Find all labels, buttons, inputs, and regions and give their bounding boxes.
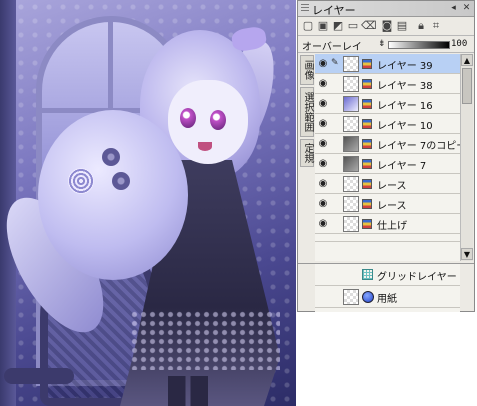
scroll-thumb[interactable] — [462, 68, 472, 104]
new-raster-layer-icon[interactable]: ▢ — [301, 19, 315, 33]
window-mullion — [108, 20, 113, 110]
visibility-eye-icon[interactable]: ◉ — [317, 198, 329, 210]
layer-thumbnail — [343, 136, 359, 152]
color-mode-icon — [362, 139, 372, 149]
layer-row[interactable]: ◉ ✎ レイヤー 39 — [315, 54, 460, 74]
layer-name: レイヤー 7のコピー — [377, 141, 460, 152]
color-mode-icon — [362, 119, 372, 129]
paper-layer-name: 用紙 — [377, 294, 397, 305]
layer-toolbar: ▢ ▣ ◩ ▭ ⌫ ◙ ▤ 🔒︎ ⌗ — [298, 18, 474, 36]
color-mode-icon — [362, 159, 372, 169]
visibility-eye-icon[interactable]: ◉ — [317, 178, 329, 190]
layer-row-partial[interactable] — [315, 234, 460, 242]
girl-legs — [168, 376, 208, 406]
layer-list-scrollbar[interactable]: ▲ ▼ — [460, 54, 473, 261]
blend-mode-row: オーバーレイ ⇟ 100 — [298, 37, 474, 53]
chair-arm — [4, 368, 74, 384]
layer-row[interactable]: ◉ 仕上げ — [315, 214, 460, 234]
new-folder-icon[interactable]: ▭ — [346, 19, 360, 33]
layer-row[interactable]: ◉ レイヤー 38 — [315, 74, 460, 94]
layer-thumbnail — [343, 156, 359, 172]
bunny-plush — [38, 110, 188, 280]
layer-thumbnail — [343, 176, 359, 192]
color-mode-icon — [362, 179, 372, 189]
paper-layer-section: グリッドレイヤー 用紙 — [298, 263, 474, 312]
new-vector-layer-icon[interactable]: ▣ — [316, 19, 330, 33]
layer-name: レイヤー 16 — [377, 101, 433, 112]
color-mode-icon — [362, 59, 372, 69]
visibility-eye-icon[interactable]: ◉ — [317, 158, 329, 170]
rose-ornament — [68, 168, 94, 194]
mask-icon[interactable]: ◙ — [380, 19, 394, 33]
layer-thumbnail — [343, 116, 359, 132]
clipping-icon[interactable]: ▤ — [395, 19, 409, 33]
panel-title: レイヤー — [312, 4, 356, 17]
blend-mode-select[interactable]: オーバーレイ — [302, 38, 362, 53]
side-tab-image[interactable]: 画像 — [300, 55, 314, 85]
layer-thumbnail — [343, 96, 359, 112]
visibility-eye-icon[interactable]: ◉ — [317, 98, 329, 110]
layer-panel-title-bar[interactable]: レイヤー ◂ ✕ — [298, 1, 474, 17]
layer-thumbnail — [343, 76, 359, 92]
visibility-eye-icon[interactable]: ◉ — [317, 138, 329, 150]
visibility-eye-icon[interactable]: ◉ — [317, 218, 329, 230]
opacity-value[interactable]: 100 — [451, 39, 467, 49]
drag-grip-icon[interactable] — [301, 4, 309, 13]
layer-name: レイヤー 7 — [377, 161, 427, 172]
bunny-button-eye-right — [112, 172, 130, 190]
layer-panel: レイヤー ◂ ✕ ▢ ▣ ◩ ▭ ⌫ ◙ ▤ 🔒︎ ⌗ オーバーレイ ⇟ 100… — [297, 0, 475, 312]
layer-name: レイヤー 10 — [377, 121, 433, 132]
side-tab-selection[interactable]: 選択範囲 — [300, 87, 314, 137]
layer-thumbnail — [343, 56, 359, 72]
layer-thumbnail — [343, 289, 359, 305]
girl-right-eye — [210, 110, 226, 130]
layer-row[interactable]: ◉ レイヤー 10 — [315, 114, 460, 134]
girl-mouth — [198, 142, 212, 151]
lock-icon[interactable]: 🔒︎ — [414, 19, 428, 33]
grid-icon — [362, 269, 373, 280]
layer-row[interactable]: ◉ レース — [315, 194, 460, 214]
girl-left-eye — [180, 108, 196, 128]
layer-thumbnail — [343, 216, 359, 232]
artwork-canvas[interactable] — [0, 0, 296, 406]
layer-name: レイヤー 38 — [377, 81, 433, 92]
paper-color-icon — [362, 291, 374, 303]
side-tab-ruler[interactable]: 定規 — [300, 139, 314, 167]
bunny-button-eye-left — [102, 148, 120, 166]
layer-name: レイヤー 39 — [377, 61, 433, 72]
paper-layer-name: グリッドレイヤー — [377, 272, 457, 283]
paper-layer-row[interactable]: グリッドレイヤー — [315, 264, 460, 286]
color-mode-icon — [362, 219, 372, 229]
opacity-slider[interactable] — [388, 41, 450, 49]
layer-row[interactable]: ◉ レイヤー 16 — [315, 94, 460, 114]
layer-name: 仕上げ — [377, 221, 407, 232]
scroll-up-icon[interactable]: ▲ — [461, 54, 473, 66]
color-mode-icon — [362, 199, 372, 209]
collapse-panel-button[interactable]: ◂ — [448, 3, 459, 14]
layer-name: レース — [377, 181, 407, 192]
layer-row[interactable]: ◉ レイヤー 7 — [315, 154, 460, 174]
opacity-slider-marker-icon: ⇟ — [378, 39, 386, 49]
transform-icon[interactable]: ⌗ — [429, 19, 443, 33]
layer-thumbnail — [343, 196, 359, 212]
color-mode-icon — [362, 99, 372, 109]
scroll-down-icon[interactable]: ▼ — [461, 248, 473, 260]
visibility-eye-icon[interactable]: ◉ — [317, 78, 329, 90]
visibility-eye-icon[interactable]: ◉ — [317, 118, 329, 130]
layer-list: ◉ ✎ レイヤー 39 ◉ レイヤー 38 ◉ レイヤー 16 ◉ レイヤー 10 ◉ レイヤー 7… — [315, 54, 460, 261]
delete-layer-icon[interactable]: ⌫ — [361, 19, 377, 33]
close-panel-button[interactable]: ✕ — [461, 3, 472, 14]
visibility-eye-icon[interactable]: ◉ — [317, 58, 329, 70]
layer-row[interactable]: ◉ レース — [315, 174, 460, 194]
paper-layer-list: グリッドレイヤー 用紙 — [315, 264, 460, 312]
layer-row[interactable]: ◉ レイヤー 7のコピー — [315, 134, 460, 154]
paper-layer-row[interactable]: 用紙 — [315, 286, 460, 308]
new-layer-menu-icon[interactable]: ◩ — [331, 19, 345, 33]
skirt-lace — [130, 310, 280, 370]
edit-pen-icon: ✎ — [331, 58, 339, 68]
color-mode-icon — [362, 79, 372, 89]
layer-name: レース — [377, 201, 407, 212]
